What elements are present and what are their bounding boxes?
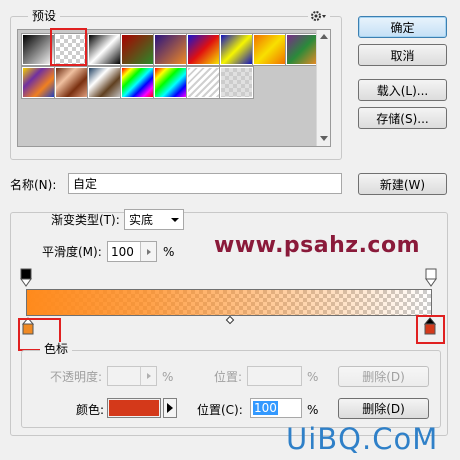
color-label: 颜色: (76, 403, 105, 417)
scroll-up-arrow-icon[interactable] (320, 34, 328, 39)
gradient-type-select[interactable]: 实底 (124, 209, 184, 230)
preset-swatch-red-green[interactable] (120, 33, 155, 66)
color-location-input[interactable]: 100 (250, 398, 302, 418)
color-location-label: 位置(C): (197, 403, 243, 417)
preset-swatch-chrome[interactable] (87, 66, 122, 99)
smoothness-slider-arrow-icon[interactable] (140, 242, 156, 261)
color-swatch[interactable] (107, 398, 161, 418)
preset-swatch-blue-red-yellow[interactable] (186, 33, 221, 66)
ok-button[interactable]: 确定 (358, 16, 447, 38)
opacity-input (107, 366, 157, 386)
presets-menu-button[interactable] (308, 9, 330, 23)
opacity-unit: % (162, 370, 174, 384)
smoothness-label: 平滑度(M): (42, 245, 102, 259)
preset-swatch-yellow-violet-orange-blue[interactable] (21, 66, 56, 99)
gear-icon (311, 11, 326, 21)
preset-scrollbar[interactable] (316, 30, 330, 146)
opacity-location-input (247, 366, 302, 386)
preset-swatch-orange-yellow-orange[interactable] (252, 33, 287, 66)
opacity-label: 不透明度: (50, 370, 103, 384)
color-swatch-fill (109, 400, 159, 416)
opacity-stop-start[interactable] (20, 268, 32, 288)
end-stop-highlight (416, 315, 445, 344)
delete-color-stop-button[interactable]: 删除(D) (338, 398, 429, 419)
opacity-slider-arrow-icon (140, 367, 156, 385)
triangle-right-icon (167, 403, 173, 413)
color-location-value: 100 (253, 401, 278, 415)
preset-swatch-transparent-stripes[interactable] (186, 66, 221, 99)
smoothness-unit: % (163, 245, 175, 259)
opacity-location-unit: % (307, 370, 319, 384)
gradient-type-label: 渐变类型(T): (48, 213, 123, 227)
gradient-preview-bar[interactable] (26, 289, 432, 316)
selected-preset-highlight (50, 28, 87, 66)
stops-legend: 色标 (40, 342, 73, 356)
preset-swatch-neutral-density[interactable] (219, 66, 254, 99)
preset-swatch-spectrum[interactable] (120, 66, 155, 99)
opacity-location-label: 位置: (214, 370, 243, 384)
preset-swatch-violet-orange[interactable] (153, 33, 188, 66)
load-button[interactable]: 载入(L)... (358, 79, 447, 101)
site-logo-watermark: UiBQ.CoM (286, 422, 439, 456)
cancel-button[interactable]: 取消 (358, 44, 447, 66)
preset-swatch-blue-yellow-blue[interactable] (219, 33, 254, 66)
delete-opacity-stop-button: 删除(D) (338, 366, 429, 387)
chevron-down-icon (171, 217, 179, 222)
presets-legend: 预设 (28, 9, 61, 23)
preset-swatch-transparent-rainbow[interactable] (153, 66, 188, 99)
preset-swatch-violet-green-orange[interactable] (285, 33, 320, 66)
gradient-type-value: 实底 (129, 213, 154, 227)
preset-swatch-black-white[interactable] (87, 33, 122, 66)
preset-swatch-copper[interactable] (54, 66, 89, 99)
color-location-unit: % (307, 403, 319, 417)
scroll-down-arrow-icon[interactable] (320, 136, 328, 141)
name-label: 名称(N): (10, 178, 57, 192)
watermark-text: www.psahz.com (214, 233, 421, 258)
opacity-stop-end[interactable] (425, 268, 437, 288)
gradient-fill (27, 290, 431, 315)
smoothness-input[interactable]: 100 (107, 241, 157, 262)
color-menu-arrow-button[interactable] (163, 398, 177, 418)
new-button[interactable]: 新建(W) (358, 173, 447, 195)
save-button[interactable]: 存储(S)... (358, 107, 447, 129)
smoothness-value: 100 (111, 244, 134, 259)
name-input[interactable]: 自定 (68, 173, 342, 194)
